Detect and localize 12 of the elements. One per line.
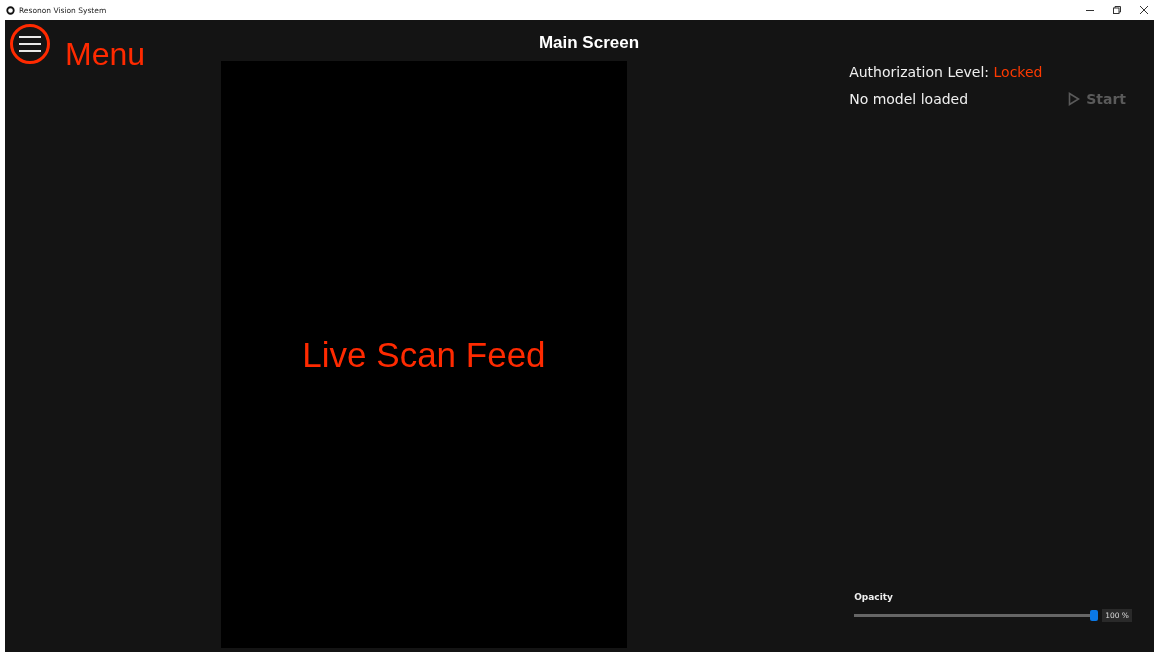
play-icon <box>1068 92 1081 106</box>
restore-icon[interactable] <box>1113 6 1121 14</box>
opacity-label: Opacity <box>854 592 894 602</box>
screen-title: Main Screen <box>538 33 640 53</box>
model-status: No model loaded <box>849 91 969 107</box>
close-icon[interactable] <box>1140 6 1148 14</box>
menu-button[interactable] <box>10 24 50 64</box>
annotation-label: Menu <box>65 36 146 73</box>
annotation-label: Live Scan Feed <box>302 334 546 375</box>
app-icon <box>6 5 15 15</box>
authorization-text: Authorization Level: Locked <box>849 64 1044 80</box>
menu-icon <box>18 35 42 53</box>
